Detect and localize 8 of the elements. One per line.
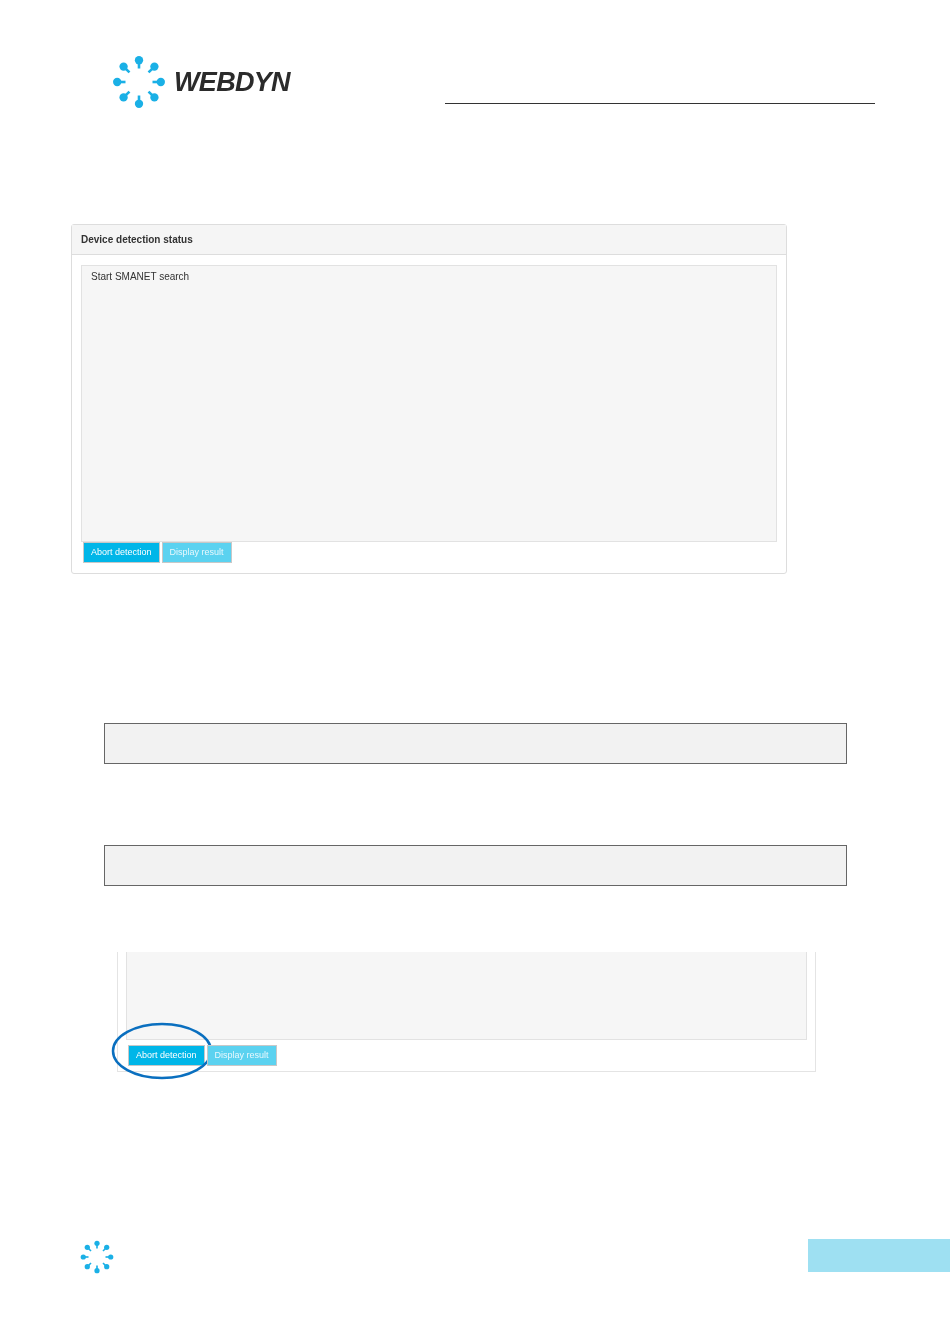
logo-icon	[112, 55, 166, 109]
detection-button[interactable]: Abort detection	[128, 1045, 205, 1067]
panel-title: Device detection status	[81, 233, 193, 247]
logo-icon	[80, 1240, 114, 1274]
logo-text: WEBDYN	[174, 65, 290, 99]
log-textarea[interactable]	[126, 952, 807, 1040]
detection-button[interactable]: Abort detection	[83, 542, 160, 563]
log-textarea[interactable]: Start SMANET search	[81, 265, 777, 542]
